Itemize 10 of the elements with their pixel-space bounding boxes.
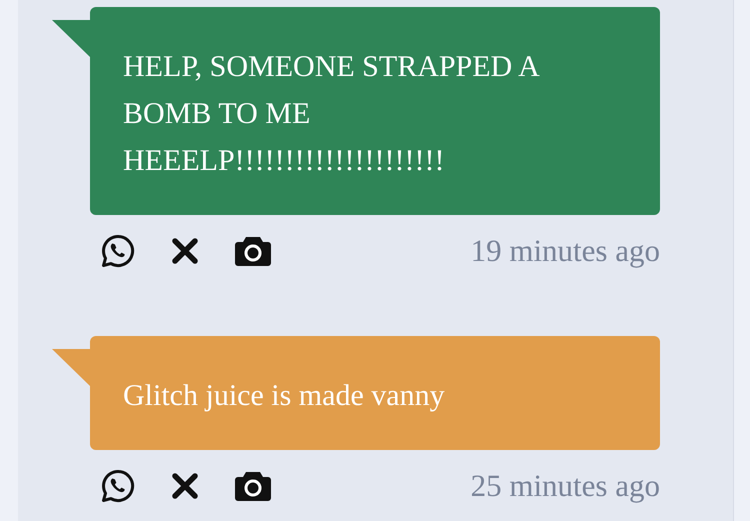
message-text: Glitch juice is made vanny (123, 378, 446, 414)
camera-icon[interactable] (234, 470, 272, 502)
close-icon[interactable] (170, 471, 200, 501)
whatsapp-icon[interactable] (100, 468, 136, 504)
message-text: HELP, SOMEONE STRAPPED A BOMB TO ME HEEELP!!!!!!!!!!!!!!!!!!!!! (123, 49, 540, 179)
whatsapp-icon[interactable] (100, 233, 136, 269)
timestamp: 25 minutes ago (470, 468, 660, 504)
timestamp: 19 minutes ago (470, 233, 660, 269)
close-icon[interactable] (170, 236, 200, 266)
camera-icon[interactable] (234, 235, 272, 267)
